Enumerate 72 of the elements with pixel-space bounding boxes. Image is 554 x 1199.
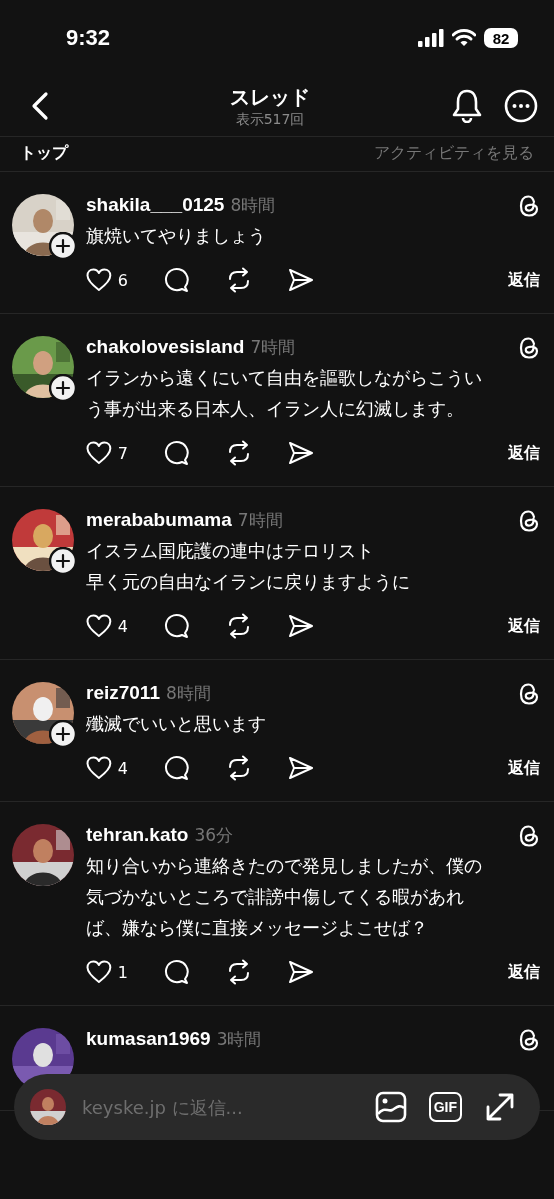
username[interactable]: tehran.kato: [86, 824, 189, 846]
follow-plus-icon[interactable]: [49, 374, 77, 402]
heart-icon[interactable]: [86, 960, 112, 984]
send-icon[interactable]: [288, 614, 314, 638]
post-text: 殲滅でいいと思います: [86, 712, 267, 736]
threads-logo-icon[interactable]: [518, 509, 540, 533]
post-time: 36分: [194, 824, 234, 847]
reply-input[interactable]: keyske.jp に返信...: [80, 1095, 353, 1119]
like-count: 4: [117, 616, 128, 636]
threads-logo-icon[interactable]: [518, 336, 540, 360]
repost-icon[interactable]: [226, 959, 252, 985]
comment-icon[interactable]: [164, 267, 190, 293]
image-icon[interactable]: [374, 1091, 407, 1123]
post-text: イスラム国庇護の連中はテロリスト 早く元の自由なイランに戻りますように: [86, 539, 411, 594]
username[interactable]: chakolovesisland: [86, 336, 245, 358]
post-text: 知り合いから連絡きたので発見しましたが、僕の 気づかないところで誹謗中傷してくる暇があれ ば、嫌なら僕に直接メッセージよこせば？: [86, 854, 483, 940]
post-time: 7時間: [250, 336, 296, 359]
heart-icon[interactable]: [86, 268, 112, 292]
wifi-icon: [452, 29, 476, 47]
reply-link[interactable]: 返信: [508, 269, 540, 291]
header-title: スレッド: [230, 83, 310, 111]
send-icon[interactable]: [288, 960, 314, 984]
activity-link[interactable]: アクティビティを見る: [374, 137, 534, 169]
more-icon[interactable]: [504, 89, 538, 123]
threads-logo-icon[interactable]: [518, 1028, 540, 1052]
post-text: イランから遠くにいて自由を謳歌しながらこうい う事が出来る日本人、イラン人に幻滅します。: [86, 366, 483, 421]
threads-logo-icon[interactable]: [518, 682, 540, 706]
send-icon[interactable]: [288, 268, 314, 292]
post-time: 7時間: [237, 509, 283, 532]
signal-icon: [418, 29, 444, 47]
heart-icon[interactable]: [86, 614, 112, 638]
username[interactable]: shakila___0125: [86, 194, 225, 216]
comment-icon[interactable]: [164, 613, 190, 639]
repost-icon[interactable]: [226, 267, 252, 293]
send-icon[interactable]: [288, 756, 314, 780]
repost-icon[interactable]: [226, 440, 252, 466]
username[interactable]: merababumama: [86, 509, 232, 531]
reply-link[interactable]: 返信: [508, 757, 540, 779]
heart-icon[interactable]: [86, 756, 112, 780]
back-icon[interactable]: [30, 91, 50, 121]
threads-logo-icon[interactable]: [518, 194, 540, 218]
repost-icon[interactable]: [226, 613, 252, 639]
view-count: 表示517回: [235, 110, 305, 129]
repost-icon[interactable]: [226, 755, 252, 781]
send-icon[interactable]: [288, 441, 314, 465]
gif-button[interactable]: GIF: [428, 1092, 462, 1122]
heart-icon[interactable]: [86, 441, 112, 465]
post-time: 3時間: [216, 1028, 262, 1051]
username[interactable]: reiz7011: [86, 682, 160, 704]
follow-plus-icon[interactable]: [49, 232, 77, 260]
status-time: 9:32: [66, 25, 111, 51]
like-count: 4: [117, 758, 128, 778]
threads-logo-icon[interactable]: [518, 824, 540, 848]
sort-dropdown[interactable]: トップ: [20, 137, 68, 169]
like-count: 7: [117, 443, 128, 463]
post-text: 旗焼いてやりましょう: [86, 224, 267, 248]
reply-link[interactable]: 返信: [508, 442, 540, 464]
comment-icon[interactable]: [164, 959, 190, 985]
follow-plus-icon[interactable]: [49, 720, 77, 748]
reply-link[interactable]: 返信: [508, 961, 540, 983]
like-count: 6: [117, 270, 128, 290]
post-time: 8時間: [230, 194, 276, 217]
like-count: 1: [117, 962, 128, 982]
comment-icon[interactable]: [164, 755, 190, 781]
username[interactable]: kumasan1969: [86, 1028, 211, 1050]
battery-icon: 82: [484, 28, 518, 48]
bell-icon[interactable]: [452, 89, 482, 123]
comment-icon[interactable]: [164, 440, 190, 466]
expand-icon[interactable]: [484, 1091, 516, 1123]
reply-link[interactable]: 返信: [508, 615, 540, 637]
follow-plus-icon[interactable]: [49, 547, 77, 575]
post-time: 8時間: [165, 682, 211, 705]
